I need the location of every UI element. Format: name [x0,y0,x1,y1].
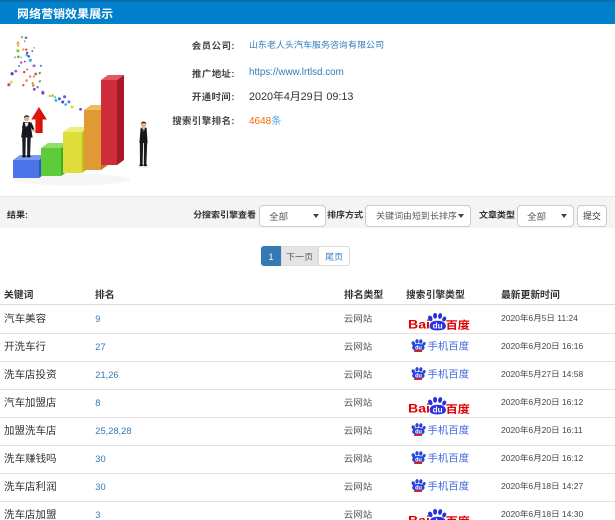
svg-text:du: du [433,516,443,520]
svg-text:Bai: Bai [408,316,430,330]
svg-text:du: du [433,404,443,414]
svg-text:Bai: Bai [408,400,430,414]
svg-text:百度: 百度 [445,316,470,330]
svg-text:Bai: Bai [408,512,430,520]
svg-text:手机百度: 手机百度 [428,450,470,465]
svg-text:百度: 百度 [445,512,470,520]
svg-text:百度: 百度 [445,400,470,414]
svg-text:du: du [433,320,443,330]
svg-text:手机百度: 手机百度 [428,478,470,493]
svg-text:手机百度: 手机百度 [428,338,470,353]
svg-text:手机百度: 手机百度 [428,366,470,381]
svg-text:手机百度: 手机百度 [428,422,470,437]
